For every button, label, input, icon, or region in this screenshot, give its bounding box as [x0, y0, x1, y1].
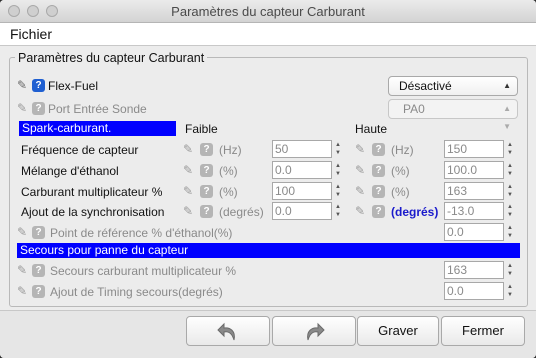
ethanol-blend-label: Mélange d'éthanol: [21, 164, 119, 178]
help-icon: ?: [200, 185, 213, 198]
unit-label: (Hz): [219, 143, 242, 157]
unit-label: (%): [391, 185, 410, 199]
backup-fuel-label: Secours carburant multiplicateur %: [50, 264, 237, 278]
pencil-icon: ✎: [17, 225, 28, 239]
help-icon[interactable]: ?: [32, 79, 45, 92]
close-button[interactable]: Fermer: [441, 316, 525, 346]
help-icon: ?: [32, 226, 45, 239]
pencil-icon: ✎: [355, 163, 366, 177]
help-icon: ?: [372, 164, 385, 177]
unit-label: (%): [219, 164, 238, 178]
help-icon: ?: [32, 285, 45, 298]
pencil-icon: ✎: [17, 101, 28, 115]
pencil-icon[interactable]: ✎: [17, 78, 27, 92]
column-low-label: Faible: [185, 122, 218, 136]
help-icon: ?: [200, 205, 213, 218]
unit-label: (%): [391, 164, 410, 178]
pencil-icon: ✎: [17, 284, 28, 298]
menu-file[interactable]: Fichier: [10, 26, 52, 42]
spark-section-header: Spark-carburant.: [19, 121, 176, 136]
help-icon: ?: [32, 102, 45, 115]
undo-button[interactable]: [186, 316, 270, 346]
pencil-icon: ✎: [183, 184, 194, 198]
unit-label: (Hz): [391, 143, 414, 157]
pencil-icon: ✎: [183, 163, 194, 177]
help-icon: ?: [372, 143, 385, 156]
undo-icon: [217, 322, 235, 341]
help-icon: ?: [372, 185, 385, 198]
help-icon: ?: [200, 164, 213, 177]
backup-timing-label: Ajout de Timing secours(degrés): [50, 285, 223, 299]
reference-label: Point de référence % d'éthanol(%): [50, 226, 233, 240]
redo-button[interactable]: [272, 316, 356, 346]
timing-add-label: Ajout de la synchronisation: [21, 205, 165, 219]
help-icon: ?: [200, 143, 213, 156]
menu-bar: Fichier: [0, 23, 536, 46]
pencil-icon: ✎: [355, 204, 366, 218]
redo-icon: [307, 322, 325, 341]
flexfuel-select-value: Désactivé: [399, 79, 452, 93]
port-select-value: PA0: [403, 102, 425, 116]
settings-window: Paramètres du capteur Carburant Fichier …: [0, 0, 536, 358]
pencil-icon: ✎: [355, 184, 366, 198]
pencil-icon: ✎: [17, 263, 28, 277]
unit-label: (degrés): [219, 205, 264, 219]
help-icon: ?: [372, 205, 385, 218]
unit-label: (%): [219, 185, 238, 199]
fuel-multiplier-label: Carburant multiplicateur %: [21, 185, 163, 199]
burn-button[interactable]: Graver: [357, 316, 439, 346]
help-icon: ?: [32, 264, 45, 277]
sensor-frequency-label: Fréquence de capteur: [21, 143, 139, 157]
unit-label: (degrés): [391, 205, 439, 219]
port-label: Port Entrée Sonde: [48, 102, 147, 116]
title-bar: Paramètres du capteur Carburant: [0, 0, 536, 23]
backup-section-header: Secours pour panne du capteur: [17, 243, 520, 258]
group-title: Paramètres du capteur Carburant: [15, 51, 208, 65]
pencil-icon: ✎: [183, 142, 194, 156]
chevron-updown-icon: ▲▼: [503, 104, 511, 131]
flexfuel-label: Flex-Fuel: [48, 79, 99, 93]
column-high-label: Haute: [355, 122, 388, 136]
pencil-icon: ✎: [355, 142, 366, 156]
port-select[interactable]: PA0 ▲ ▼: [388, 99, 518, 131]
pencil-icon: ✎: [183, 204, 194, 218]
flexfuel-select[interactable]: Désactivé ▲▼: [388, 76, 518, 108]
window-title: Paramètres du capteur Carburant: [171, 4, 365, 19]
